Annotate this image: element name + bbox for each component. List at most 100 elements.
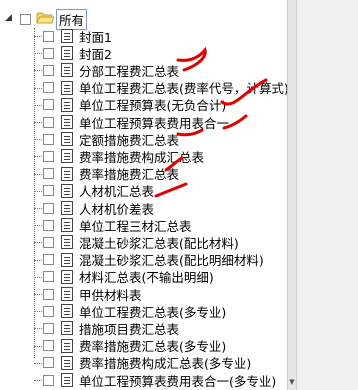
report-item-checkbox[interactable]: [43, 340, 54, 352]
tree-branch-line: [34, 139, 42, 141]
tree-branch-line: [34, 87, 42, 89]
tree-branch-line: [34, 53, 42, 55]
report-item[interactable]: 甲供材料表: [43, 285, 142, 303]
report-item-label: 定额措施费汇总表: [79, 132, 180, 148]
report-item[interactable]: 单位工程费汇总表(多专业): [43, 302, 226, 320]
tree-branch-line: [34, 70, 42, 72]
folder-icon: [36, 11, 55, 28]
report-item[interactable]: 人材机汇总表: [43, 182, 154, 200]
report-item-checkbox[interactable]: [43, 82, 54, 94]
document-icon: [61, 149, 73, 164]
report-item[interactable]: 单位工程预算表(无负合计): [43, 96, 226, 114]
report-item-label: 甲供材料表: [79, 287, 142, 303]
report-item-checkbox[interactable]: [43, 219, 54, 231]
report-item[interactable]: 费率措施费汇总表(多专业): [43, 337, 226, 355]
tree-branch-line: [34, 36, 42, 37]
report-item-label: 单位工程费汇总表(多专业): [79, 304, 227, 320]
report-item[interactable]: 封面2: [43, 44, 112, 62]
report-item-checkbox[interactable]: [43, 305, 54, 317]
report-item[interactable]: 单位工程费汇总表(费率代号，计算式): [43, 79, 289, 97]
document-icon: [61, 321, 73, 336]
report-item-checkbox[interactable]: [43, 288, 54, 300]
report-item[interactable]: 混凝土砂浆汇总表(配比明细材料): [43, 251, 264, 269]
tree-branch-line: [34, 362, 42, 364]
report-item-checkbox[interactable]: [43, 99, 54, 111]
report-item-label: 费率措施费构成汇总表(多专业): [79, 356, 252, 372]
report-item-checkbox[interactable]: [43, 116, 54, 128]
report-item-checkbox[interactable]: [43, 357, 54, 369]
report-item-label: 费率措施费汇总表(多专业): [79, 339, 227, 355]
report-item[interactable]: 定额措施费汇总表: [43, 130, 179, 148]
report-item-checkbox[interactable]: [43, 254, 54, 266]
report-item-label: 单位工程三材汇总表: [79, 218, 192, 234]
document-icon: [61, 269, 73, 284]
report-item-label: 人材机汇总表: [79, 184, 155, 200]
report-item-checkbox[interactable]: [43, 64, 54, 76]
report-item-label: 封面2: [79, 46, 112, 62]
report-item[interactable]: 材料汇总表(不输出明细): [43, 268, 214, 286]
document-icon: [61, 97, 73, 112]
report-item-label: 单位工程预算表费用表合一: [79, 115, 230, 131]
report-item-checkbox[interactable]: [43, 30, 54, 42]
report-item-checkbox[interactable]: [43, 202, 54, 214]
tree-branch-line: [34, 225, 42, 227]
report-item-label: 单位工程预算表费用表合一(多专业): [79, 373, 277, 389]
tree-branch-line: [34, 173, 42, 175]
tree-branch-line: [34, 345, 42, 347]
tree-branch-line: [34, 242, 42, 244]
document-icon: [61, 235, 73, 250]
document-icon: [61, 338, 73, 353]
scrollbar-track[interactable]: [288, 0, 297, 390]
report-item-label: 单位工程预算表(无负合计): [79, 98, 227, 114]
tree-branch-line: [34, 311, 42, 313]
collapse-arrow-icon[interactable]: ◢: [5, 13, 12, 23]
report-item[interactable]: 混凝土砂浆汇总表(配比材料): [43, 233, 239, 251]
report-item-checkbox[interactable]: [43, 374, 54, 386]
tree-branch-line: [34, 259, 42, 261]
tree-branch-line: [34, 122, 42, 123]
report-item-checkbox[interactable]: [43, 133, 54, 145]
document-icon: [61, 218, 73, 233]
report-item[interactable]: 单位工程预算表费用表合一: [43, 113, 229, 131]
report-item-checkbox[interactable]: [43, 150, 54, 162]
report-item-label: 封面1: [79, 29, 112, 45]
document-icon: [61, 183, 73, 198]
tree-guide-line: [34, 28, 35, 358]
tree-branch-line: [34, 276, 42, 278]
document-icon: [61, 287, 73, 301]
report-item-checkbox[interactable]: [43, 168, 54, 180]
report-item[interactable]: 费率措施费构成汇总表(多专业): [43, 354, 251, 372]
document-icon: [61, 166, 73, 181]
report-item[interactable]: 单位工程预算表费用表合一(多专业): [43, 371, 276, 389]
document-icon: [61, 115, 73, 129]
report-item-label: 分部工程费汇总表: [79, 63, 180, 79]
root-checkbox[interactable]: [20, 13, 31, 25]
tree-root-all[interactable]: 所有: [20, 8, 88, 30]
tree-branch-line: [34, 104, 42, 106]
report-item[interactable]: 单位工程三材汇总表: [43, 216, 192, 234]
report-item-checkbox[interactable]: [43, 47, 54, 59]
report-item-checkbox[interactable]: [43, 271, 54, 283]
report-item[interactable]: 封面1: [43, 27, 112, 45]
report-item-checkbox[interactable]: [43, 185, 54, 197]
tree-branch-line: [34, 328, 42, 330]
document-icon: [61, 29, 73, 43]
tree-branch-line: [34, 294, 42, 295]
report-item-label: 混凝土砂浆汇总表(配比明细材料): [79, 253, 264, 269]
vertical-scrollbar[interactable]: ▼: [287, 0, 358, 390]
report-item-checkbox[interactable]: [43, 236, 54, 248]
tree-branch-line: [34, 380, 42, 381]
report-item-checkbox[interactable]: [43, 322, 54, 334]
report-item[interactable]: 费率措施费汇总表: [43, 165, 179, 183]
document-icon: [61, 373, 73, 387]
document-icon: [61, 132, 73, 147]
report-item[interactable]: 措施项目费汇总表: [43, 319, 179, 337]
report-item[interactable]: 费率措施费构成汇总表: [43, 147, 204, 165]
report-item[interactable]: 人材机价差表: [43, 199, 154, 217]
report-item[interactable]: 分部工程费汇总表: [43, 61, 179, 79]
scroll-down-icon[interactable]: ▼: [288, 378, 296, 388]
document-icon: [61, 252, 73, 267]
report-item-label: 措施项目费汇总表: [79, 321, 180, 337]
report-item-label: 单位工程费汇总表(费率代号，计算式): [79, 81, 289, 97]
tree-branch-line: [34, 190, 42, 192]
